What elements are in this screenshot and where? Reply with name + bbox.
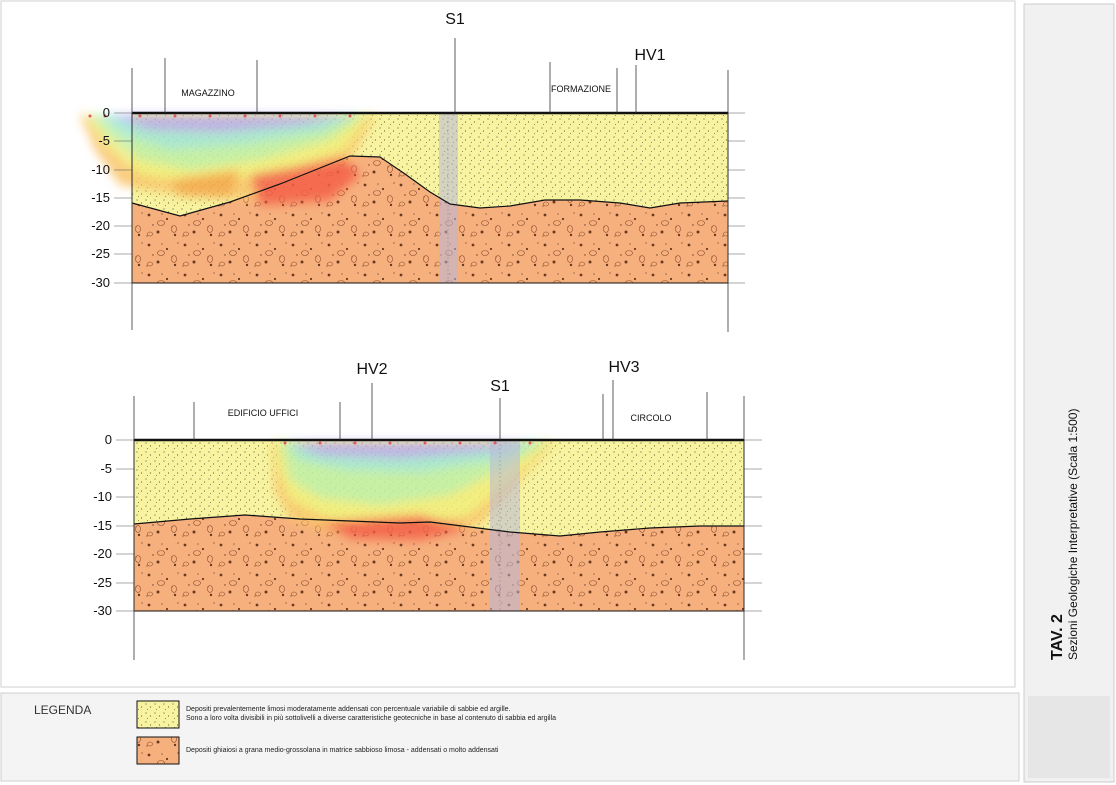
profile-label-s1: S1 [445,11,465,28]
depth-label: -15 [93,518,112,533]
profile-label-s1: S1 [490,378,510,395]
tomography-anomaly [80,115,375,205]
profile-label-hv3: HV3 [608,359,639,376]
depth-label: -30 [91,275,110,290]
depth-label: -25 [93,575,112,590]
geological-sections-sheet: 0 -5 -10 -15 -20 -25 -30 S1 HV1 MAGAZZIN… [0,0,1115,783]
depth-label: -10 [93,489,112,504]
title-block-frame [1023,3,1115,783]
profile-label-hv2: HV2 [356,361,387,378]
depth-label: -5 [98,133,110,148]
legend-swatch-gravel [136,736,180,765]
site-label-formazione: FORMAZIONE [551,84,611,94]
depth-label: -25 [91,246,110,261]
sheet-number: TAV. 2 [1049,614,1066,660]
legend-swatch-silt [136,700,180,729]
site-label-edificio-uffici: EDIFICIO UFFICI [228,408,299,418]
depth-label: 0 [103,105,110,120]
legend-title: LEGENDA [34,703,91,717]
profile-label-hv1: HV1 [634,47,665,64]
borehole-s1 [490,440,520,611]
depth-label: -20 [91,218,110,233]
depth-label: 0 [105,432,112,447]
depth-label: -10 [91,162,110,177]
site-label-circolo: CIRCOLO [630,413,671,423]
legend-text: Depositi ghiaiosi a grana medio-grossola… [186,747,499,754]
sheet-subtitle: Sezioni Geologiche Interpretative (Scala… [1066,409,1080,660]
title-block-footer [1028,696,1110,778]
depth-label: -30 [93,603,112,618]
section-2: 0 -5 -10 -15 -20 -25 -30 HV2 S1 HV3 EDIF… [93,359,762,660]
legend-text: Sono a loro volta divisibili in più sott… [186,715,556,722]
depth-label: -20 [93,546,112,561]
borehole-s1 [439,113,458,283]
site-label-magazzino: MAGAZZINO [181,88,235,98]
depth-label: -15 [91,190,110,205]
legend-text: Depositi prevalentemente limosi moderata… [186,706,511,713]
depth-label: -5 [100,461,112,476]
section-1: 0 -5 -10 -15 -20 -25 -30 S1 HV1 MAGAZZIN… [80,11,745,332]
